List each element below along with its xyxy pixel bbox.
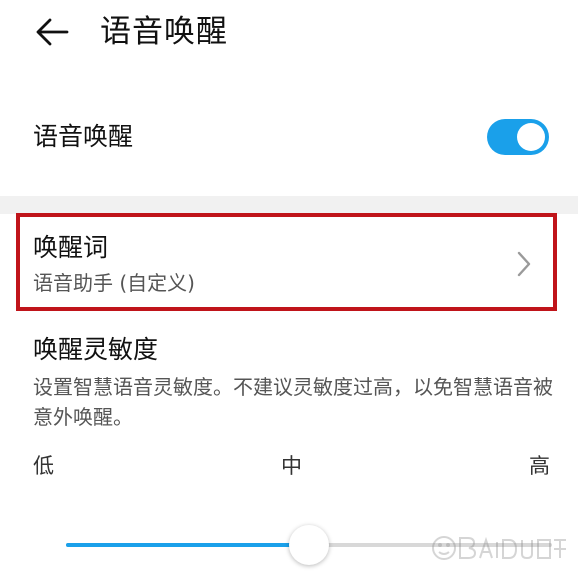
section-divider: [0, 196, 578, 214]
voice-wake-label: 语音唤醒: [33, 122, 134, 151]
wake-word-value: 语音助手 (自定义): [33, 271, 195, 295]
baidu-watermark-logo: [430, 528, 570, 568]
page-title: 语音唤醒: [100, 14, 228, 50]
voice-wake-toggle[interactable]: [487, 119, 549, 155]
voice-wake-settings-screen: 语音唤醒 语音唤醒 唤醒词 语音助手 (自定义) 唤醒灵敏度 设置智慧语音灵敏度…: [0, 0, 578, 583]
slider-thumb[interactable]: [289, 525, 329, 565]
sensitivity-tick-high: 高: [529, 454, 550, 478]
sensitivity-tick-low: 低: [33, 454, 54, 478]
sensitivity-title: 唤醒灵敏度: [33, 335, 159, 364]
chevron-right-icon: [517, 251, 531, 277]
app-header: 语音唤醒: [0, 0, 578, 70]
wake-word-item[interactable]: 唤醒词 语音助手 (自定义): [16, 213, 557, 311]
back-button[interactable]: [30, 12, 74, 52]
wake-word-title: 唤醒词: [33, 233, 109, 262]
slider-fill: [66, 543, 309, 547]
sensitivity-description: 设置智慧语音灵敏度。不建议灵敏度过高，以免智慧语音被意外唤醒。: [33, 375, 553, 429]
toggle-knob: [517, 123, 545, 151]
arrow-left-icon: [36, 18, 69, 46]
sensitivity-tick-mid: 中: [281, 454, 302, 478]
